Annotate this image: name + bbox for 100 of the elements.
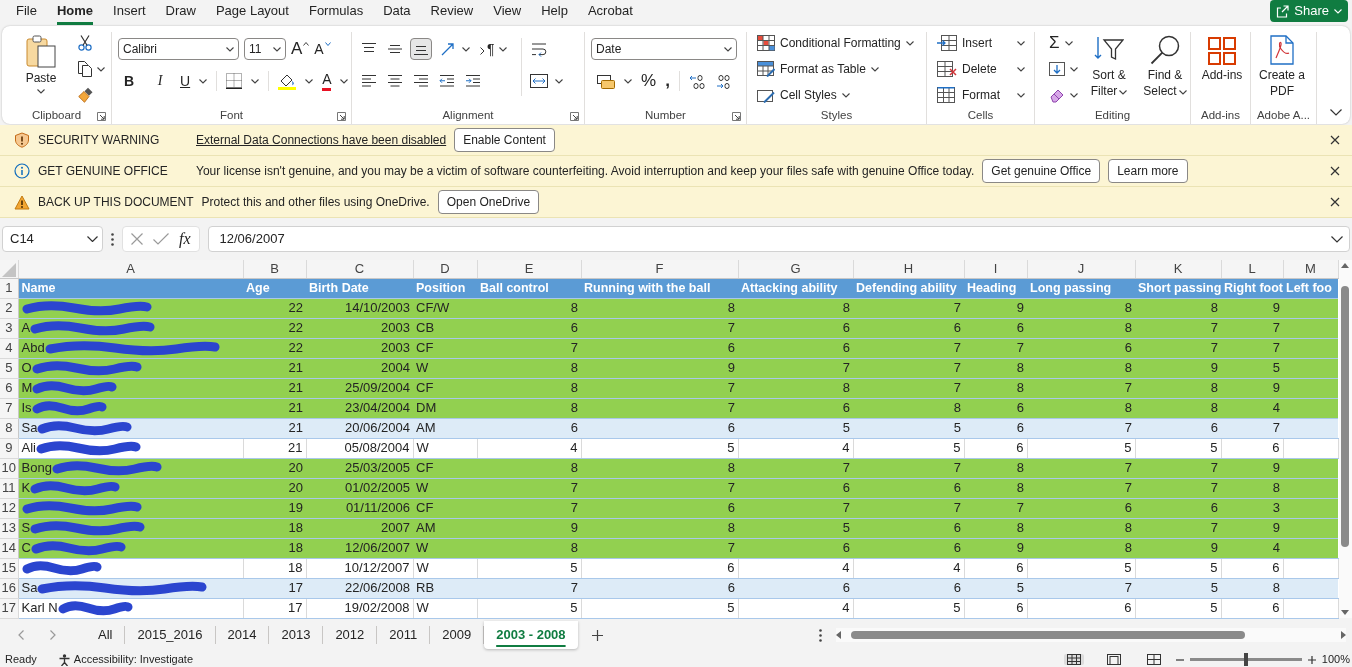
row-header[interactable]: 16	[0, 578, 18, 598]
column-header[interactable]: J	[1027, 260, 1135, 278]
diagonal-arrow-icon[interactable]	[439, 41, 455, 57]
accessibility-status[interactable]: Accessibility: Investigate	[73, 652, 193, 667]
wrap-lines-icon[interactable]	[530, 41, 547, 57]
ribbon-tab[interactable]: Review	[430, 0, 474, 25]
row-header[interactable]: 15	[0, 558, 18, 578]
horizontal-scrollbar-thumb[interactable]	[851, 631, 1245, 639]
column-header[interactable]: L	[1221, 260, 1283, 278]
ribbon-tab[interactable]: Draw	[165, 0, 196, 25]
column-header[interactable]: B	[243, 260, 306, 278]
insert-function-button[interactable]: fx	[179, 229, 191, 249]
action-button[interactable]: Get genuine Office	[982, 159, 1101, 183]
column-header[interactable]: H	[853, 260, 964, 278]
ribbon-tab[interactable]: Formulas	[308, 0, 364, 25]
sheet-tab[interactable]: 2003 - 2008	[484, 621, 578, 649]
close-icon[interactable]	[1330, 166, 1340, 176]
sheet-tab[interactable]: 2013	[269, 626, 324, 644]
zoom-level[interactable]: 100%	[1321, 652, 1350, 667]
sort-filter-button[interactable]: Sort & Filter	[1084, 32, 1134, 99]
number-format-dropdown[interactable]: Date	[591, 38, 737, 60]
scroll-right-icon[interactable]	[1341, 631, 1346, 639]
ribbon-tab[interactable]: Acrobat	[587, 0, 633, 25]
column-header[interactable]: D	[413, 260, 477, 278]
border-grid-icon[interactable]	[226, 73, 243, 89]
sheet-tab[interactable]: 2014	[215, 626, 270, 644]
normal-view-button[interactable]	[1063, 654, 1084, 665]
format-cells-button[interactable]: Format	[937, 84, 1025, 106]
find-select-button[interactable]: Find & Select	[1140, 32, 1190, 99]
ribbon-tab[interactable]: Data	[383, 0, 411, 25]
chevron-left-icon[interactable]	[18, 630, 24, 640]
cell-styles-button[interactable]: Cell Styles	[757, 84, 914, 106]
add-ins-button[interactable]: Add-ins	[1197, 34, 1247, 83]
name-box[interactable]: C14	[2, 226, 103, 252]
row-header[interactable]: 4	[0, 338, 18, 358]
align-right-icon[interactable]	[413, 74, 429, 88]
row-header[interactable]: 5	[0, 358, 18, 378]
column-header[interactable]: E	[477, 260, 581, 278]
bold-button[interactable]: B	[123, 71, 135, 91]
italic-button[interactable]: I	[157, 71, 163, 91]
caret-icon[interactable]	[1070, 92, 1078, 98]
caret-icon[interactable]	[1070, 66, 1078, 72]
row-header[interactable]: 13	[0, 518, 18, 538]
plus-icon[interactable]	[1307, 655, 1316, 664]
caret-icon[interactable]	[462, 46, 470, 52]
row-header[interactable]: 1	[0, 278, 18, 298]
action-button[interactable]: Learn more	[1108, 159, 1188, 183]
formula-field[interactable]: 12/06/2007	[207, 226, 1350, 252]
cancel-icon[interactable]	[131, 233, 143, 245]
zoom-slider-thumb[interactable]	[1243, 653, 1248, 666]
paint-bucket-icon[interactable]	[278, 72, 297, 90]
ribbon-tab[interactable]: Page Layout	[215, 0, 289, 25]
align-center-icon[interactable]	[387, 74, 403, 88]
increase-indent-icon[interactable]	[465, 74, 481, 88]
align-bottom-button[interactable]	[410, 38, 432, 60]
column-header[interactable]: C	[306, 260, 413, 278]
vertical-scrollbar-thumb[interactable]	[1341, 286, 1350, 547]
dialog-launcher-icon[interactable]	[337, 111, 346, 121]
sheet-tab[interactable]: 2011	[377, 626, 431, 644]
row-header[interactable]: 10	[0, 458, 18, 478]
paste-button[interactable]: Paste	[16, 32, 66, 94]
comma-style-button[interactable]: ,	[665, 71, 670, 91]
shrink-font-button[interactable]: A	[314, 39, 331, 59]
font-name-dropdown[interactable]: Calibri	[118, 38, 239, 60]
down-arrow-box-icon[interactable]	[1049, 62, 1065, 76]
conditional-formatting-button[interactable]: Conditional Formatting	[757, 32, 914, 54]
row-header[interactable]: 17	[0, 598, 18, 618]
font-size-dropdown[interactable]: 11	[244, 38, 286, 60]
row-header[interactable]: 3	[0, 318, 18, 338]
autosum-button[interactable]: Σ	[1049, 33, 1060, 53]
row-header[interactable]: 6	[0, 378, 18, 398]
dialog-launcher-icon[interactable]	[97, 111, 106, 121]
column-header[interactable]: F	[581, 260, 738, 278]
merge-arrows-icon[interactable]	[529, 74, 548, 88]
action-button[interactable]: Open OneDrive	[437, 190, 540, 214]
row-header[interactable]: 7	[0, 398, 18, 418]
sheet-tab[interactable]: 2012	[323, 626, 378, 644]
plus-icon[interactable]	[591, 629, 603, 641]
minus-icon[interactable]	[1175, 658, 1184, 661]
column-header[interactable]: I	[964, 260, 1027, 278]
dialog-launcher-icon[interactable]	[570, 111, 579, 121]
caret-icon[interactable]	[340, 78, 349, 84]
insert-cells-button[interactable]: Insert	[937, 32, 1025, 54]
horizontal-scrollbar[interactable]	[836, 628, 1346, 642]
row-header[interactable]: 11	[0, 478, 18, 498]
underline-button[interactable]: U	[180, 71, 191, 91]
chevron-down-icon[interactable]	[1331, 235, 1343, 243]
percent-button[interactable]: %	[641, 71, 657, 91]
vertical-dots-icon[interactable]	[111, 232, 114, 246]
paintbrush-icon[interactable]	[78, 87, 94, 103]
sheet-tab[interactable]: 2015_2016	[125, 626, 216, 644]
ribbon-tab[interactable]: Insert	[113, 0, 146, 25]
caret-icon[interactable]	[498, 46, 507, 52]
decimal-arrow-left-icon[interactable]	[688, 73, 705, 89]
message-link[interactable]: External Data Connections have been disabled	[196, 132, 447, 148]
caret-icon[interactable]	[251, 78, 260, 84]
vertical-dots-icon[interactable]	[819, 628, 822, 642]
delete-cells-button[interactable]: Delete	[937, 58, 1025, 80]
ribbon-tab[interactable]: Help	[541, 0, 568, 25]
column-header[interactable]: M	[1283, 260, 1338, 278]
